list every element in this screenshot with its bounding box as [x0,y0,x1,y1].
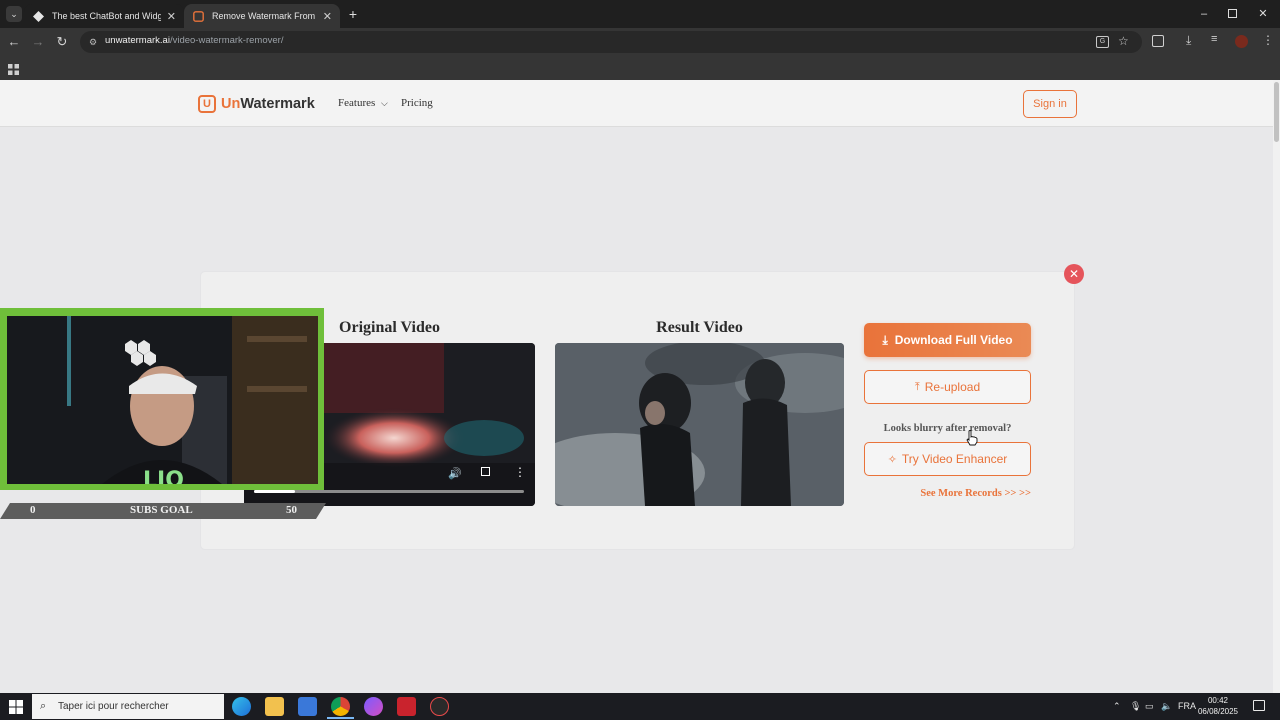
clock-time: 00:42 [1207,696,1229,705]
media-control-icon[interactable]: ≡ [1211,33,1217,45]
video-progress-track[interactable] [254,490,524,493]
taskbar-clock[interactable]: 00:42 06/08/2025 [1196,695,1240,717]
nav-features[interactable]: Features ⌵ [338,97,388,109]
forward-arrow-icon[interactable]: → [30,34,46,50]
tab-title: Remove Watermark From Video [212,11,317,21]
browser-tab-strip: ⌄ The best ChatBot and Widgets ✕ Remove … [0,0,1280,28]
chevron-down-icon: ⌵ [381,98,388,108]
lio-logo: LIO [143,468,184,484]
result-video-player[interactable] [555,343,844,506]
re-upload-label: Re-upload [924,380,981,394]
tab-search-button[interactable]: ⌄ [6,6,22,22]
tray-chevron-icon[interactable]: ⌃ [1113,701,1121,712]
hand-cursor-icon [966,430,978,451]
video-progress-fill [254,490,295,493]
sparkle-icon: ✧ [887,453,897,466]
close-window-icon[interactable]: ✕ [1257,6,1269,22]
tab-title: The best ChatBot and Widgets [52,11,161,21]
notifications-icon[interactable] [1253,700,1265,711]
sign-in-button[interactable]: Sign in [1023,90,1077,118]
site-header: U UnWatermark Features ⌵ Pricing Sign in [0,80,1273,127]
taskbar-search-input[interactable]: ⌕ Taper ici pour rechercher [32,694,224,719]
url-path: /video-watermark-remover/ [169,35,284,46]
webcam-overlay: LIO [0,308,324,490]
see-more-records-link[interactable]: See More Records >> >> [864,488,1031,499]
webcam-scene [7,316,318,484]
logo-wordmark: UnWatermark [221,96,315,112]
new-tab-button[interactable]: + [346,6,360,22]
start-button[interactable] [9,700,23,714]
search-placeholder: Taper ici pour rechercher [58,701,169,712]
language-indicator[interactable]: FRA [1178,701,1196,711]
subs-goal-label: SUBS GOAL [130,504,193,516]
voicemod-icon[interactable] [397,697,416,716]
nav-features-label: Features [338,97,376,109]
download-label: Download Full Video [894,333,1013,347]
profile-avatar[interactable] [1235,35,1248,48]
tab-remove-watermark[interactable]: Remove Watermark From Video ✕ [184,4,340,28]
microphone-icon[interactable]: 🎙 [1130,701,1141,712]
bookmark-star-icon[interactable]: ☆ [1118,34,1129,48]
url-text: unwatermark.ai/video-watermark-remover/ [105,35,283,46]
volume-icon[interactable]: 🔊 [448,467,462,480]
apps-grid-icon[interactable] [8,62,19,75]
recorder-icon[interactable] [430,697,449,716]
scrollbar-thumb[interactable] [1274,82,1279,142]
network-icon[interactable]: ▭ [1145,701,1154,712]
url-domain: unwatermark.ai [105,35,170,46]
site-info-icon[interactable]: ⚙ [87,36,99,48]
minimize-icon[interactable]: – [1198,6,1210,22]
unwatermark-favicon-icon [192,10,204,22]
close-result-button[interactable]: ✕ [1064,264,1084,284]
translate-icon[interactable]: G [1096,36,1109,48]
try-video-enhancer-button[interactable]: ✧ Try Video Enhancer [864,442,1031,476]
subs-goal-start: 0 [30,504,36,516]
restore-icon[interactable] [1228,9,1237,18]
tab-close-icon[interactable]: ✕ [323,10,332,23]
blurry-prompt: Looks blurry after removal? [883,423,1012,434]
extensions-icon[interactable] [1152,35,1164,47]
store-icon[interactable] [298,697,317,716]
webcam-feed: LIO [7,316,318,484]
clock-date: 06/08/2025 [1197,707,1239,716]
download-full-video-button[interactable]: ⤓ Download Full Video [864,323,1031,357]
logo-mark-icon: U [198,95,216,113]
re-upload-button[interactable]: ⤒ Re-upload [864,370,1031,404]
back-arrow-icon[interactable]: ← [6,34,22,50]
result-video-title: Result Video [656,319,743,336]
messenger-icon[interactable] [364,697,383,716]
nav-pricing[interactable]: Pricing [401,97,433,109]
browser-menu-icon[interactable]: ⋮ [1262,33,1274,47]
tab-close-icon[interactable]: ✕ [167,10,176,23]
active-app-indicator [327,717,354,719]
file-explorer-icon[interactable] [265,697,284,716]
download-icon: ⤓ [882,332,888,347]
reload-icon[interactable]: ↻ [54,34,70,50]
bookmarks-bar [0,56,1280,80]
download-icon[interactable]: ⤓ [1186,33,1191,48]
site-favicon-icon [32,10,44,22]
chrome-icon[interactable] [331,697,350,716]
more-options-icon[interactable]: ⋮ [514,465,526,479]
enhancer-label: Try Video Enhancer [901,452,1008,466]
page-scrollbar[interactable] [1273,80,1280,693]
upload-arrow-icon: ⤒ [914,380,920,393]
logo-prefix: Un [221,96,241,112]
tab-chatbot[interactable]: The best ChatBot and Widgets ✕ [24,4,184,28]
edge-browser-icon[interactable] [232,697,251,716]
volume-tray-icon[interactable]: 🔈 [1161,701,1172,712]
logo-suffix: Watermark [240,96,315,112]
search-icon: ⌕ [40,700,47,712]
fullscreen-icon[interactable] [481,467,490,476]
subs-goal-target: 50 [286,504,297,516]
site-logo[interactable]: U UnWatermark [198,95,315,113]
result-video-frame [555,343,844,506]
